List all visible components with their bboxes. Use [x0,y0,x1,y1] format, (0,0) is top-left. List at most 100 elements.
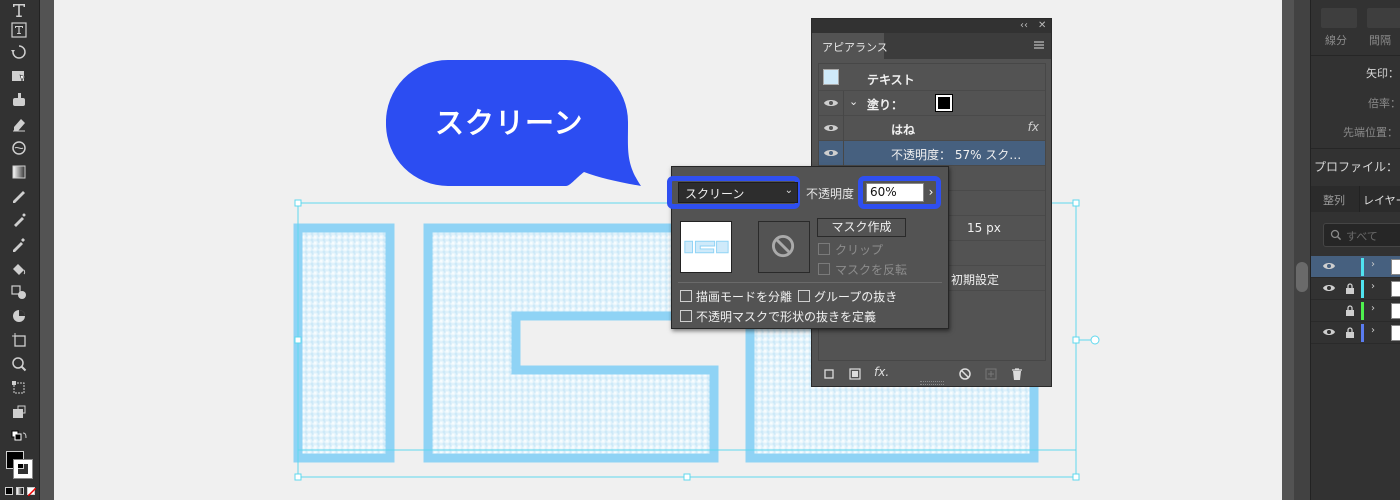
fill-swatch[interactable] [935,94,953,112]
layer-search-input[interactable]: すべて [1323,223,1400,247]
warp-tool-icon[interactable] [8,138,30,158]
eye-icon[interactable] [1323,283,1335,293]
layer-row[interactable]: › [1311,256,1400,278]
chevron-right-icon[interactable]: › [925,183,937,202]
delete-icon[interactable] [1010,367,1024,381]
vertical-scrollbar[interactable] [1294,0,1310,500]
lock-icon[interactable] [1345,283,1355,294]
chevron-right-icon[interactable]: › [1371,281,1375,292]
tab-align[interactable]: 整列 [1323,192,1345,208]
chevron-right-icon[interactable]: › [1371,303,1375,314]
type-tool-icon[interactable] [8,0,30,20]
arrowhead-label: 矢印： [1366,67,1399,80]
appearance-row-fill[interactable]: ⌄ 塗り： [819,91,1045,116]
bubble-text: スクリーン [435,106,584,140]
layers-tabbar: 整列 レイヤー [1311,186,1400,212]
rotate-tool-icon[interactable] [8,42,30,62]
layer-row[interactable]: › [1311,322,1400,344]
canvas-gutter-right [1282,0,1294,500]
artwork-thumbnail[interactable] [680,221,732,273]
eraser-tool-icon[interactable] [8,114,30,134]
artboard[interactable] [54,0,1282,500]
opacity-mask-thumbnail[interactable] [758,221,810,273]
canvas-gutter [40,0,54,500]
blend-tool-icon[interactable] [8,186,30,206]
stroke-width-value[interactable]: 15 px [967,221,1001,235]
gradient-mode-icon[interactable] [16,487,24,495]
appearance-row-object[interactable]: テキスト [819,66,1045,91]
tab-layers[interactable]: レイヤー [1363,192,1400,208]
clip-checkbox[interactable] [818,243,830,255]
color-mode-icon[interactable] [5,487,13,495]
opacity-row-label[interactable]: 不透明度： 57% スク… [891,146,1021,163]
gap-label: 間隔 [1369,34,1391,47]
lock-icon[interactable] [1345,327,1355,338]
invert-mask-checkbox[interactable] [818,263,830,275]
swap-fill-stroke-icon[interactable] [8,428,30,448]
fx-menu-icon[interactable]: fx. [874,365,889,379]
defaults-label[interactable]: 初期設定 [951,271,999,288]
lock-icon[interactable] [1345,305,1355,316]
eye-icon[interactable] [824,148,838,158]
zoom-tool-icon[interactable] [8,354,30,374]
invert-mask-label: マスクを反転 [835,263,908,277]
appearance-row-effect[interactable]: はね fx [819,116,1045,141]
properties-panel: 線分 間隔 矢印： 倍率： 先端位置： プロファイル： 整列 レイヤー すべて … [1310,0,1400,500]
live-paint-tool-icon[interactable] [8,90,30,110]
artboard-tool-icon[interactable] [8,330,30,350]
search-placeholder: すべて [1346,230,1378,243]
make-mask-button[interactable]: マスク作成 [817,218,906,237]
eye-icon[interactable] [1323,327,1335,337]
divider [1311,148,1400,149]
eye-icon[interactable] [1323,261,1335,271]
chevron-right-icon[interactable]: › [1371,259,1375,270]
blend-mode-value: スクリーン [685,187,745,201]
appearance-row-opacity[interactable]: 不透明度： 57% スク… [819,141,1045,166]
resize-grip[interactable] [920,381,944,385]
collapse-icon[interactable]: ‹‹ [1020,20,1028,31]
scale-label: 倍率： [1368,97,1400,110]
opacity-mask-knockout-checkbox[interactable] [680,310,692,322]
ice-text-artwork[interactable] [54,0,1282,500]
eye-icon[interactable] [824,123,838,133]
layer-thumbnail [1391,281,1400,297]
tab-appearance[interactable]: アピアランス [812,33,888,59]
free-transform-tool-icon[interactable] [8,378,30,398]
effect-name[interactable]: はね [891,121,915,138]
stroke-swatch[interactable] [13,459,33,479]
perspective-tool-icon[interactable] [8,282,30,302]
eyedropper-tool-icon[interactable] [8,234,30,254]
search-icon [1330,229,1342,241]
new-art-basic-icon[interactable] [822,367,836,381]
gradient-tool-icon[interactable] [8,162,30,182]
none-mode-icon[interactable] [27,487,36,496]
shape-builder-tool-icon[interactable] [8,66,30,86]
eye-icon[interactable] [824,98,838,108]
clear-icon[interactable] [958,367,972,381]
layer-row[interactable]: › [1311,300,1400,322]
symbol-sprayer-tool-icon[interactable] [8,210,30,230]
scrollbar-thumb[interactable] [1296,262,1308,292]
isolate-blending-checkbox[interactable] [680,290,692,302]
pie-graph-tool-icon[interactable] [8,306,30,326]
close-icon[interactable]: ✕ [1038,20,1046,31]
layer-row[interactable]: › [1311,278,1400,300]
area-type-tool-icon[interactable] [8,20,30,40]
dash-box-1[interactable] [1321,8,1357,28]
chevron-down-icon[interactable]: ⌄ [849,95,858,108]
opacity-mask-knockout-label: 不透明マスクで形状の抜きを定義 [696,310,877,324]
opacity-input[interactable]: 60% [866,183,924,202]
ice-thumbnail-graphic [684,240,729,254]
fill-label: 塗り： [867,98,904,112]
dash-box-2[interactable] [1367,8,1400,28]
blend-mode-select[interactable]: スクリーン ⌄ [678,182,798,203]
panel-menu-icon[interactable] [1033,39,1045,51]
chevron-right-icon[interactable]: › [1371,325,1375,336]
clear-appearance-square-icon[interactable] [848,367,862,381]
duplicate-item-icon[interactable] [984,367,998,381]
fx-icon[interactable]: fx [1028,120,1039,134]
knockout-group-checkbox[interactable] [798,290,810,302]
puppet-warp-tool-icon[interactable] [8,402,30,422]
transparency-popup: スクリーン ⌄ 不透明度 60% › マスク作成 クリップ マスクを反転 描画モ… [667,166,949,329]
live-paint-bucket-tool-icon[interactable] [8,258,30,278]
